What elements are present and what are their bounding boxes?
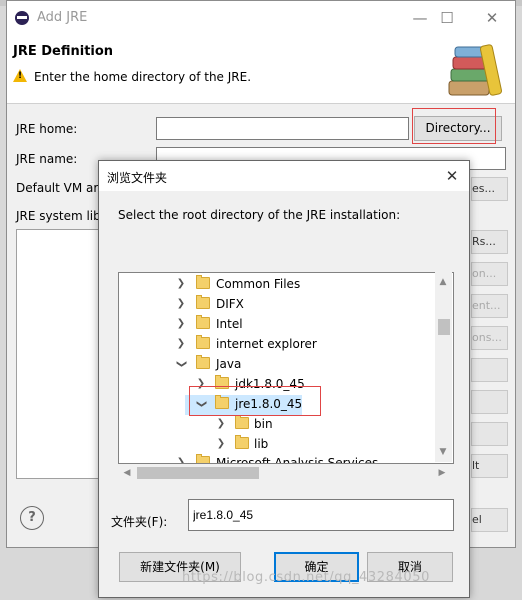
jre-home-label: JRE home: <box>16 122 78 136</box>
folder-icon <box>196 335 210 349</box>
default-vm-label: Default VM ar <box>16 181 99 195</box>
chevron-right-icon[interactable]: ❯ <box>175 274 187 294</box>
system-libraries-list[interactable] <box>16 229 106 479</box>
eclipse-icon <box>15 11 29 25</box>
side-button[interactable]: es... <box>471 177 508 201</box>
jre-home-input[interactable] <box>156 117 409 140</box>
folder-icon <box>196 275 210 289</box>
close-icon[interactable]: ✕ <box>477 7 507 29</box>
close-icon[interactable]: ✕ <box>439 165 465 187</box>
maximize-icon[interactable]: ☐ <box>432 7 462 29</box>
browse-title-bar: 浏览文件夹 ✕ <box>99 161 469 191</box>
browse-dialog-title: 浏览文件夹 <box>107 171 168 185</box>
horizontal-scroll-thumb[interactable] <box>137 467 259 479</box>
minimize-icon[interactable]: — <box>405 7 435 29</box>
chevron-down-icon[interactable]: ❯ <box>171 358 191 370</box>
tree-item-label: Common Files <box>216 277 301 291</box>
window-title: Add JRE <box>37 10 88 25</box>
page-title: JRE Definition <box>13 44 114 59</box>
folder-label: 文件夹(F): <box>111 515 168 529</box>
side-button[interactable]: ons... <box>471 326 508 350</box>
side-button[interactable]: el <box>471 508 508 532</box>
chevron-right-icon[interactable]: ❯ <box>175 453 187 463</box>
tree-item-label: lib <box>254 437 269 451</box>
tree-item-label: Java <box>216 357 242 371</box>
side-button[interactable]: Rs... <box>471 230 508 254</box>
title-bar: Add JRE — ☐ ✕ <box>7 1 515 35</box>
folder-icon <box>235 435 249 449</box>
system-libraries-label: JRE system lib <box>16 209 101 223</box>
scroll-left-icon[interactable]: ◀ <box>119 465 135 481</box>
folder-icon <box>196 295 210 309</box>
tree-item-label: DIFX <box>216 297 244 311</box>
dialog-header: JRE Definition ! Enter the home director… <box>7 35 515 104</box>
scroll-down-icon[interactable]: ▼ <box>435 444 451 460</box>
watermark: https://blog.csdn.net/qq_43284050 <box>182 570 431 585</box>
books-icon <box>448 44 503 96</box>
chevron-right-icon[interactable]: ❯ <box>215 414 227 434</box>
scroll-right-icon[interactable]: ▶ <box>434 465 450 481</box>
tree-item-label: Microsoft Analysis Services <box>216 456 379 464</box>
jre-name-label: JRE name: <box>16 152 78 166</box>
warning-icon: ! <box>13 69 27 82</box>
folder-icon <box>196 454 210 463</box>
folder-tree[interactable]: ❯ Common Files ❯ DIFX ❯ Intel ❯ internet… <box>118 272 454 464</box>
side-button[interactable] <box>471 422 508 446</box>
help-icon[interactable]: ? <box>20 506 44 530</box>
side-button[interactable]: on... <box>471 262 508 286</box>
chevron-right-icon[interactable]: ❯ <box>175 294 187 314</box>
scroll-up-icon[interactable]: ▲ <box>435 274 451 290</box>
tree-item-label: bin <box>254 417 273 431</box>
browse-folder-dialog: 浏览文件夹 ✕ Select the root directory of the… <box>98 160 470 598</box>
folder-icon <box>196 315 210 329</box>
side-button[interactable]: lt <box>471 454 508 478</box>
folder-input[interactable] <box>188 499 454 531</box>
vertical-scrollbar[interactable]: ▲ ▼ <box>435 272 452 462</box>
selected-folder-highlight <box>189 386 321 416</box>
vertical-scroll-thumb[interactable] <box>438 319 450 335</box>
folder-icon <box>196 355 210 369</box>
side-button[interactable] <box>471 390 508 414</box>
chevron-right-icon[interactable]: ❯ <box>215 434 227 454</box>
chevron-right-icon[interactable]: ❯ <box>175 314 187 334</box>
tree-item-label: internet explorer <box>216 337 317 351</box>
header-description: Enter the home directory of the JRE. <box>34 70 252 84</box>
side-button[interactable] <box>471 358 508 382</box>
chevron-right-icon[interactable]: ❯ <box>175 334 187 354</box>
side-button[interactable]: ent... <box>471 294 508 318</box>
browse-prompt: Select the root directory of the JRE ins… <box>118 208 401 222</box>
directory-button-highlight <box>412 108 496 144</box>
folder-icon <box>235 415 249 429</box>
tree-item-label: Intel <box>216 317 243 331</box>
